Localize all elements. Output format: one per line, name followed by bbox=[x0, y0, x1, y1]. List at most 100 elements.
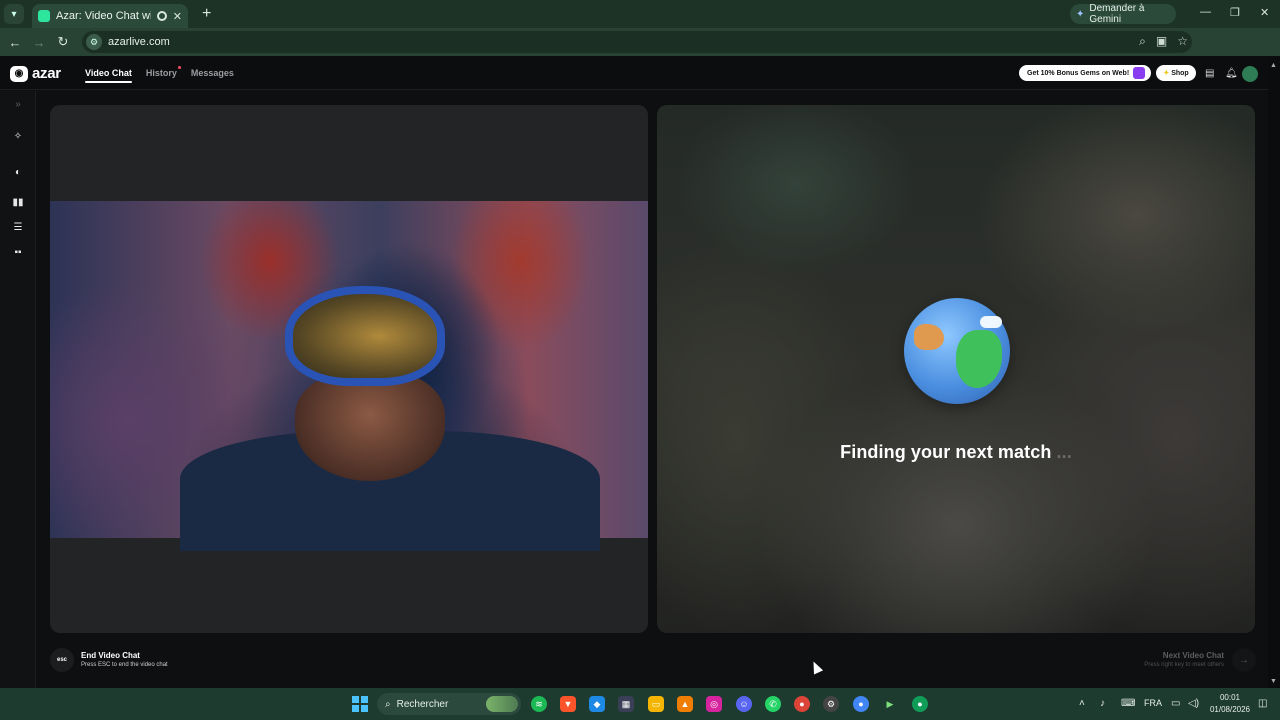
azar-favicon-icon bbox=[38, 10, 50, 22]
media-player-icon[interactable]: ▶ bbox=[882, 696, 898, 712]
new-tab-icon[interactable]: + bbox=[202, 5, 211, 23]
chrome-icon[interactable]: ● bbox=[794, 696, 810, 712]
instagram-icon[interactable]: ◎ bbox=[706, 696, 722, 712]
discord-icon[interactable]: ☺ bbox=[736, 696, 752, 712]
site-info-icon[interactable]: ⚙ bbox=[86, 34, 102, 50]
azar-logo-icon: ◉ bbox=[10, 65, 28, 82]
tray-chevron-icon[interactable]: ˄ bbox=[1079, 698, 1085, 709]
clock-time: 00:01 bbox=[1219, 693, 1241, 702]
next-chat-hint: Press right key to meet others bbox=[1144, 662, 1224, 668]
gemini-button[interactable]: ✦ Demander à Gemini bbox=[1070, 3, 1176, 25]
search-icon: ⌕ bbox=[385, 698, 391, 710]
promo-text: Get 10% Bonus Gems on Web! bbox=[1027, 69, 1130, 77]
language-indicator[interactable]: FRA bbox=[1144, 698, 1162, 708]
store-icon[interactable]: ▦ bbox=[618, 696, 634, 712]
vlc-icon[interactable]: ▲ bbox=[677, 696, 693, 712]
back-icon[interactable]: ← bbox=[3, 35, 27, 50]
my-video-panel bbox=[50, 105, 648, 633]
next-chat-title: Next Video Chat bbox=[1162, 651, 1224, 660]
search-highlight-image bbox=[486, 696, 518, 712]
globe-icon bbox=[904, 298, 1010, 404]
clock-date: 01/08/2026 bbox=[1209, 705, 1251, 714]
globe-continent bbox=[956, 330, 1002, 388]
end-chat-title: End Video Chat bbox=[81, 651, 140, 660]
bookmark-star-icon[interactable]: ☆ bbox=[1177, 34, 1188, 49]
cast-icon[interactable]: ▣ bbox=[1156, 34, 1167, 49]
person-face bbox=[295, 371, 445, 481]
scroll-up-icon[interactable]: ▲ bbox=[1270, 62, 1277, 69]
notification-dot bbox=[177, 66, 181, 69]
chrome-active-icon[interactable]: ● bbox=[912, 696, 928, 712]
globe-continent bbox=[914, 324, 944, 350]
gemini-label: Demander à Gemini bbox=[1089, 3, 1145, 25]
minimize-icon[interactable]: — bbox=[1200, 6, 1211, 18]
bell-icon[interactable]: 🔔︎ bbox=[1225, 68, 1238, 79]
gift-icon bbox=[1133, 67, 1145, 79]
gem-icon: ✦ bbox=[1163, 70, 1170, 77]
inbox-icon[interactable]: ▤ bbox=[1205, 68, 1214, 79]
filter-icon[interactable]: ◐ bbox=[12, 167, 24, 179]
close-window-icon[interactable]: ✕ bbox=[1260, 6, 1269, 19]
forward-icon[interactable]: → bbox=[27, 35, 51, 50]
loading-dots: ... bbox=[1056, 442, 1072, 462]
tab-history-label: History bbox=[145, 68, 177, 78]
address-bar-row: ← → ↻ ⚙ azarlive.com ⌕ ▣ ☆ ⧉ ⋮ bbox=[0, 28, 1280, 76]
layout-pip-icon[interactable]: ▪▪ bbox=[12, 247, 24, 259]
magic-wand-icon[interactable]: ✧ bbox=[12, 131, 24, 143]
brave-icon[interactable]: ▼ bbox=[560, 696, 576, 712]
url-text: azarlive.com bbox=[108, 36, 170, 48]
globe-cloud bbox=[980, 316, 1002, 328]
end-chat-hint: Press ESC to end the video chat bbox=[81, 662, 168, 668]
next-chat-button[interactable]: → bbox=[1232, 648, 1256, 672]
browser-tab-bar: ▾ Azar: Video Chat with New ✕ + ✦ Demand… bbox=[0, 0, 1280, 28]
finding-match-label: Finding your next match bbox=[840, 442, 1052, 462]
end-chat-button[interactable]: esc bbox=[50, 648, 74, 672]
tab-video-chat[interactable]: Video Chat bbox=[85, 68, 132, 83]
logo-text: azar bbox=[32, 65, 61, 82]
settings-app-icon[interactable]: ⚙ bbox=[823, 696, 839, 712]
tab-search-icon[interactable]: ▾ bbox=[4, 4, 24, 24]
ski-goggles bbox=[285, 286, 445, 386]
network-icon[interactable]: ▭ bbox=[1171, 698, 1180, 709]
audio-playing-icon[interactable] bbox=[156, 11, 167, 21]
restore-icon[interactable]: ❐ bbox=[1230, 6, 1240, 19]
shop-label: Shop bbox=[1171, 69, 1189, 77]
layout-side-by-side-icon[interactable]: ▮▮ bbox=[12, 197, 24, 209]
file-explorer-icon[interactable]: ▭ bbox=[648, 696, 664, 712]
spotify-icon[interactable]: ≋ bbox=[531, 696, 547, 712]
reload-icon[interactable]: ↻ bbox=[51, 34, 75, 50]
azar-logo[interactable]: ◉ azar bbox=[10, 65, 61, 82]
bonus-gems-promo[interactable]: Get 10% Bonus Gems on Web! bbox=[1019, 65, 1151, 81]
shop-button[interactable]: ✦ Shop bbox=[1156, 65, 1196, 81]
zoom-icon[interactable]: ⌕ bbox=[1139, 34, 1146, 49]
my-camera-feed bbox=[50, 201, 648, 551]
main-nav: Video Chat History Messages bbox=[85, 66, 234, 83]
tab-messages[interactable]: Messages bbox=[191, 68, 234, 78]
close-tab-icon[interactable]: ✕ bbox=[173, 10, 182, 23]
layout-stacked-icon[interactable]: ☰ bbox=[12, 222, 24, 234]
notification-center-icon[interactable]: ◫ bbox=[1258, 698, 1267, 709]
start-menu-icon[interactable] bbox=[352, 696, 368, 712]
expand-icon[interactable]: » bbox=[12, 99, 24, 111]
finding-match-text: Finding your next match ... bbox=[657, 442, 1255, 463]
keyboard-icon[interactable]: ⌨ bbox=[1121, 698, 1135, 709]
taskbar-search[interactable]: ⌕ Rechercher bbox=[377, 693, 521, 715]
shield-app-icon[interactable]: ◆ bbox=[589, 696, 605, 712]
page-scrollbar[interactable] bbox=[1268, 56, 1280, 688]
user-avatar[interactable] bbox=[1242, 66, 1258, 82]
omnibox[interactable]: ⚙ azarlive.com ⌕ ▣ ☆ bbox=[82, 31, 1192, 53]
whatsapp-icon[interactable]: ✆ bbox=[765, 696, 781, 712]
scroll-down-icon[interactable]: ▼ bbox=[1270, 678, 1277, 685]
volume-icon[interactable]: ◁) bbox=[1188, 698, 1199, 709]
search-placeholder: Rechercher bbox=[396, 698, 449, 710]
gemini-icon: ✦ bbox=[1076, 8, 1085, 20]
system-clock[interactable]: 00:01 01/08/2026 bbox=[1208, 692, 1252, 716]
left-rail: » ✧ ◐ ▮▮ ☰ ▪▪ bbox=[0, 91, 36, 688]
windows-taskbar: ⌕ Rechercher ≋ ▼ ◆ ▦ ▭ ▲ ◎ ☺ ✆ ● ⚙ ● ▶ ●… bbox=[0, 688, 1280, 720]
tab-title: Azar: Video Chat with New bbox=[56, 10, 151, 22]
chrome-profile-icon[interactable]: ● bbox=[853, 696, 869, 712]
browser-tab[interactable]: Azar: Video Chat with New ✕ bbox=[32, 4, 188, 28]
microphone-icon[interactable]: ♪ bbox=[1100, 698, 1105, 709]
tab-history[interactable]: History bbox=[145, 66, 181, 78]
partner-video-panel: Finding your next match ... bbox=[657, 105, 1255, 633]
